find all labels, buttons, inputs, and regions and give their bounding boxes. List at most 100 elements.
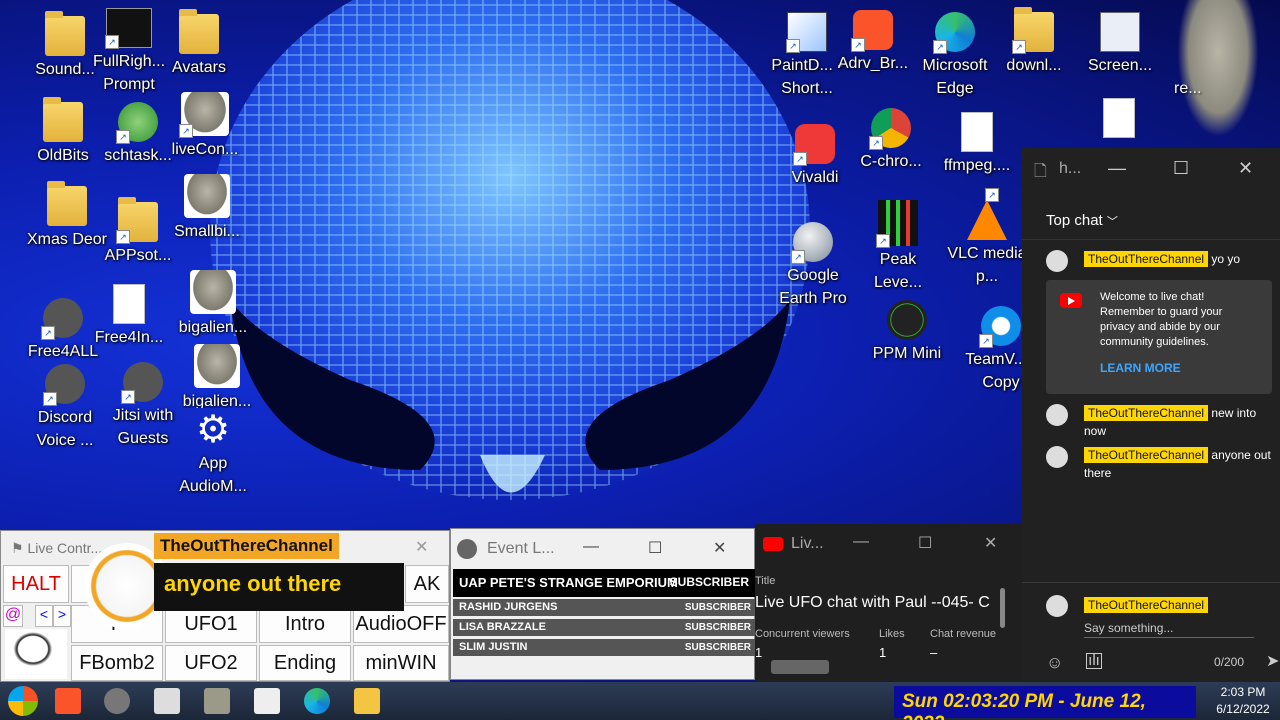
- icon-label: VLC media p...: [947, 245, 1027, 285]
- vertical-scrollbar[interactable]: [1000, 588, 1005, 628]
- learn-more-link[interactable]: LEARN MORE: [1100, 361, 1260, 376]
- maximize-icon[interactable]: ☐: [1173, 158, 1189, 179]
- stat-label: Likes: [879, 628, 905, 640]
- folder-icon: [43, 97, 83, 142]
- file-icon: [1103, 98, 1135, 138]
- event-name: LISA BRAZZALE: [459, 621, 546, 633]
- close-icon[interactable]: ✕: [713, 538, 726, 558]
- chat-message-input[interactable]: Say something...: [1084, 621, 1254, 638]
- system-clock[interactable]: 2:03 PM 6/12/2022: [1206, 684, 1280, 718]
- avatar: [1046, 404, 1068, 426]
- close-icon[interactable]: ✕: [1238, 158, 1253, 179]
- icon-label: Screen...: [1087, 57, 1153, 74]
- stat-label: Chat revenue: [930, 628, 997, 640]
- event-name: SLIM JUSTIN: [459, 641, 528, 653]
- min-win-button[interactable]: minWIN: [353, 645, 449, 681]
- icon-label: Free4In...: [94, 329, 164, 346]
- halt-button[interactable]: HALT: [3, 565, 69, 603]
- ufo2-button[interactable]: UFO2: [165, 645, 257, 681]
- ending-button[interactable]: Ending: [259, 645, 351, 681]
- subtitle-app-icon[interactable]: [154, 688, 180, 714]
- event-row: LISA BRAZZALE SUBSCRIBER: [453, 619, 755, 636]
- brave-link-icon: [43, 364, 85, 406]
- close-icon[interactable]: ✕: [415, 537, 428, 557]
- overlay-message: anyone out there: [154, 563, 404, 611]
- maximize-icon[interactable]: ☐: [918, 533, 932, 553]
- link-app-icon[interactable]: [104, 688, 130, 714]
- maximize-icon[interactable]: ☐: [648, 538, 662, 558]
- close-icon[interactable]: ✕: [984, 533, 997, 553]
- next-button[interactable]: >: [53, 605, 71, 627]
- alien-logo-icon: [5, 629, 67, 679]
- edge-dev-icon[interactable]: [304, 688, 330, 714]
- desktop-icon-ppm-mini[interactable]: PPM Mini: [866, 300, 948, 365]
- chat-message: TheOutThereChannel anyone out there: [1046, 446, 1272, 482]
- desktop-icon-ffmpeg[interactable]: ffmpeg....: [936, 112, 1018, 177]
- desktop-icon-bigalien-1[interactable]: bigalien...: [172, 270, 254, 339]
- desktop-icon-adrv-brave[interactable]: Adrv_Br...: [832, 10, 914, 75]
- minimize-icon[interactable]: —: [853, 533, 869, 551]
- vlc-icon: [967, 188, 1007, 240]
- send-icon[interactable]: ➤: [1266, 651, 1279, 671]
- desktop-icon-blank-file[interactable]: [1078, 98, 1160, 140]
- avatar: [1046, 446, 1068, 468]
- desktop-icon-vlc[interactable]: VLC media p...: [946, 188, 1028, 288]
- horizontal-scrollbar[interactable]: [771, 660, 829, 674]
- desktop-icon-smallbi[interactable]: Smallbi...: [166, 174, 248, 243]
- desktop-icon-edge[interactable]: Microsoft Edge: [914, 12, 996, 100]
- folder-icon: [1012, 7, 1054, 54]
- alien-image-icon: [184, 174, 230, 218]
- icon-label: Microsoft Edge: [922, 57, 988, 97]
- author-badge[interactable]: TheOutThereChannel: [1084, 447, 1209, 463]
- event-list-window: Event L... — ☐ ✕ UAP PETE'S STRANGE EMPO…: [450, 528, 755, 680]
- brave-icon: [851, 10, 893, 52]
- desktop-icon-app-audiomode[interactable]: ⚙ App AudioM...: [172, 410, 254, 498]
- desktop-icon-free4in[interactable]: Free4In...: [88, 284, 170, 349]
- minimize-icon[interactable]: —: [583, 538, 599, 556]
- folder-icon: [116, 197, 158, 244]
- desktop-icon-alien-re-label: re...: [1174, 80, 1202, 97]
- super-chat-icon[interactable]: ılı: [1086, 653, 1102, 669]
- desktop-icon-discord-voice[interactable]: Discord Voice ...: [24, 364, 106, 452]
- system-time: 2:03 PM: [1220, 685, 1266, 699]
- desktop-icon-xmas-deor[interactable]: Xmas Deor: [26, 181, 108, 251]
- desktop-icon-alien-re[interactable]: [1172, 0, 1268, 148]
- brave-icon[interactable]: [55, 688, 81, 714]
- desktop-icon-google-earth[interactable]: Google Earth Pro: [772, 222, 854, 310]
- file-icon: [961, 112, 993, 152]
- start-button[interactable]: [8, 686, 38, 716]
- desktop-icon-oldbits[interactable]: OldBits: [22, 97, 104, 167]
- icon-label: liveCon...: [171, 141, 239, 158]
- file-explorer-icon[interactable]: [354, 688, 380, 714]
- desktop-icon-chrome[interactable]: C-chro...: [850, 108, 932, 173]
- icon-label: bigalien...: [182, 393, 252, 408]
- desktop-icon-livecontrol[interactable]: liveCon...: [164, 92, 246, 161]
- chrome-icon: [869, 108, 911, 150]
- desktop-icon-peak-level[interactable]: Peak Leve...: [857, 200, 939, 294]
- alien-app-icon[interactable]: [204, 688, 230, 714]
- folder-icon: [179, 9, 219, 54]
- desktop-icon-bigalien-2[interactable]: bigalien...: [176, 344, 258, 408]
- live-control-app-icon[interactable]: [254, 688, 280, 714]
- author-badge[interactable]: TheOutThereChannel: [1084, 251, 1209, 267]
- at-button[interactable]: @: [3, 605, 23, 627]
- desktop-icon-vivaldi[interactable]: Vivaldi: [774, 124, 856, 189]
- youtube-icon: [1060, 293, 1082, 308]
- chat-message: TheOutThereChannel new into now: [1046, 404, 1272, 440]
- brave-link-icon: [121, 362, 163, 404]
- author-badge[interactable]: TheOutThereChannel: [1084, 405, 1209, 421]
- input-author-badge: TheOutThereChannel: [1084, 597, 1209, 613]
- desktop-icon-avatars[interactable]: Avatars: [158, 9, 240, 79]
- desktop-icon-downloads[interactable]: downl...: [993, 7, 1075, 77]
- emoji-icon[interactable]: ☺: [1046, 653, 1063, 673]
- brave-link-icon: [41, 298, 83, 340]
- welcome-card: Welcome to live chat! Remember to guard …: [1046, 280, 1272, 394]
- prev-button[interactable]: <: [35, 605, 53, 627]
- ak-button[interactable]: AK: [405, 565, 449, 603]
- icon-label: Vivaldi: [791, 169, 839, 186]
- minimize-icon[interactable]: —: [1108, 158, 1126, 179]
- desktop-icon-screenshots[interactable]: Screen...: [1079, 12, 1161, 77]
- chat-filter-dropdown[interactable]: Top chat ﹀: [1022, 190, 1280, 240]
- fbomb2-button[interactable]: FBomb2: [71, 645, 163, 681]
- chat-message: TheOutThereChannel yo yo: [1046, 250, 1272, 272]
